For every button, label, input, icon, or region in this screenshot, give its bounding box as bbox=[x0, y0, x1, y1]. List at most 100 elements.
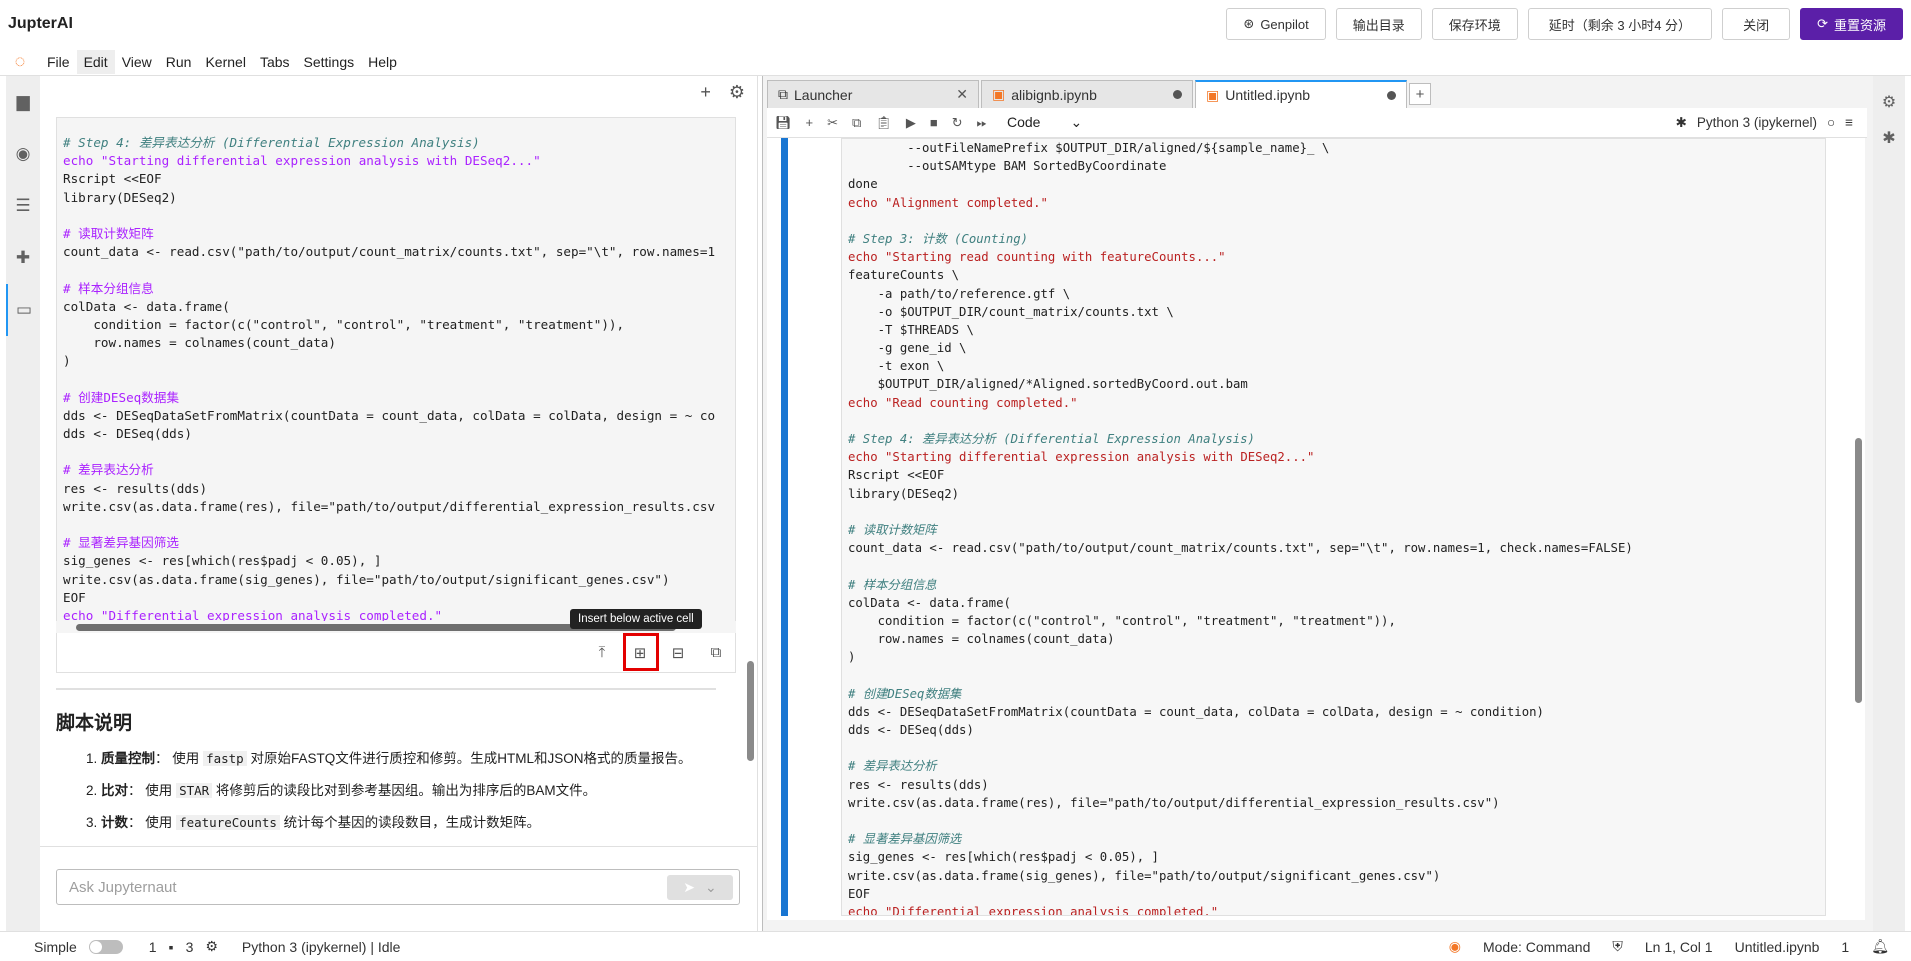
close-button[interactable]: 关闭 bbox=[1722, 8, 1791, 40]
list-item: 1. 质量控制： 使用 fastp 对原始FASTQ文件进行质控和修剪。生成HT… bbox=[86, 751, 692, 766]
save-icon[interactable]: 💾︎ bbox=[775, 115, 792, 131]
extend-time-button[interactable]: 延时（剩余 3 小时4 分） bbox=[1527, 8, 1713, 40]
menu-tabs[interactable]: Tabs bbox=[253, 50, 297, 74]
left-sidebar: ▆ ◉ ☰ ✚ ▭ bbox=[6, 76, 40, 931]
chat-input[interactable]: Ask Jupyternaut ➤ ⌄ bbox=[56, 869, 740, 905]
chat-vertical-scrollbar[interactable] bbox=[745, 116, 755, 836]
bell-icon[interactable]: 🔔︎ bbox=[1871, 938, 1889, 955]
fast-forward-icon[interactable]: ⏩︎ bbox=[977, 115, 987, 131]
jupyter-ai-icon[interactable]: ◉ bbox=[1449, 938, 1461, 955]
item-code: featureCounts bbox=[176, 815, 280, 830]
tab-launcher[interactable]: ⧉ Launcher ✕ bbox=[767, 80, 979, 108]
markdown-heading: 脚本说明 bbox=[56, 713, 133, 734]
cell-type-select[interactable]: Code ⌄ bbox=[1001, 114, 1082, 131]
export-icon[interactable]: ⤒ bbox=[591, 642, 613, 664]
menu-run[interactable]: Run bbox=[159, 50, 199, 74]
kernel-name[interactable]: Python 3 (ipykernel) bbox=[1697, 115, 1817, 130]
menu-kernel[interactable]: Kernel bbox=[198, 50, 252, 74]
code-line: echo "Starting read counting with featur… bbox=[848, 250, 1226, 265]
folder-icon[interactable]: ▆ bbox=[6, 76, 40, 128]
gear-icon[interactable]: ⚙ bbox=[729, 82, 745, 103]
kernels-count[interactable]: 3 bbox=[186, 939, 194, 955]
code-line: # 创建DESeq数据集 bbox=[63, 389, 180, 405]
scrollbar-thumb[interactable] bbox=[1855, 438, 1862, 703]
terminals-count[interactable]: 1 bbox=[149, 939, 157, 955]
menu-view[interactable]: View bbox=[115, 50, 159, 74]
restart-icon[interactable]: ↻ bbox=[952, 115, 963, 131]
menu-settings[interactable]: Settings bbox=[297, 50, 362, 74]
code-line: # Step 4: 差异表达分析 (Differential Expressio… bbox=[63, 135, 480, 150]
code-line: ) bbox=[63, 353, 71, 369]
add-cell-icon[interactable]: + bbox=[806, 115, 814, 130]
code-line: EOF bbox=[848, 886, 871, 901]
code-line: write.csv(as.data.frame(res), file="path… bbox=[848, 795, 1500, 810]
cursor-position[interactable]: Ln 1, Col 1 bbox=[1645, 939, 1713, 955]
code-line: write.csv(as.data.frame(res), file="path… bbox=[63, 498, 716, 514]
debug-icon[interactable]: ✱ bbox=[1676, 115, 1687, 131]
kernel-status[interactable]: Python 3 (ipykernel) | Idle bbox=[242, 939, 401, 955]
tab-label: Untitled.ipynb bbox=[1225, 87, 1311, 103]
running-icon[interactable]: ◉ bbox=[6, 128, 40, 180]
run-icon[interactable]: ▶ bbox=[906, 115, 916, 131]
notebook-cell[interactable]: --outFileNamePrefix $OUTPUT_DIR/aligned/… bbox=[781, 138, 1839, 916]
menu-file[interactable]: File bbox=[40, 50, 77, 74]
scrollbar-thumb[interactable] bbox=[747, 661, 754, 761]
status-right: ◉ Mode: Command ⛨ Ln 1, Col 1 Untitled.i… bbox=[1449, 938, 1889, 955]
extension-icon[interactable]: ✚ bbox=[6, 232, 40, 284]
genpilot-label: Genpilot bbox=[1260, 16, 1309, 32]
menu-icon[interactable]: ≡ bbox=[1845, 115, 1853, 130]
debugger-icon[interactable]: ✱ bbox=[1873, 128, 1905, 148]
notebook-area: ⧉ Launcher ✕ ▣ alibignb.ipynb ▣ Untitled… bbox=[762, 76, 1873, 931]
new-tab-button[interactable]: + bbox=[1409, 83, 1431, 105]
file-name: Untitled.ipynb bbox=[1734, 938, 1820, 955]
toc-icon[interactable]: ☰ bbox=[6, 180, 40, 232]
code-line: $OUTPUT_DIR/aligned/*Aligned.sortedByCoo… bbox=[848, 377, 1248, 392]
stop-icon[interactable]: ■ bbox=[930, 115, 938, 130]
item-title: 比对 bbox=[101, 783, 129, 798]
menu-help[interactable]: Help bbox=[361, 50, 404, 74]
replace-cell-icon[interactable]: ⊟ bbox=[667, 642, 689, 664]
tab-untitled[interactable]: ▣ Untitled.ipynb bbox=[1195, 80, 1407, 108]
genpilot-button[interactable]: ⊛ Genpilot bbox=[1226, 8, 1326, 40]
divider bbox=[56, 688, 716, 690]
code-line: echo "Starting differential expression a… bbox=[63, 153, 541, 169]
copy-icon[interactable]: ⧉ bbox=[852, 115, 861, 131]
property-inspector-icon[interactable]: ⚙ bbox=[1873, 76, 1905, 128]
save-env-button[interactable]: 保存环境 bbox=[1431, 8, 1518, 40]
cell-code-editor[interactable]: --outFileNamePrefix $OUTPUT_DIR/aligned/… bbox=[841, 138, 1826, 916]
code-line: --outSAMtype BAM SortedByCoordinate bbox=[848, 159, 1167, 174]
app-title: JupterAI bbox=[8, 15, 73, 32]
notebook-scrollbar[interactable] bbox=[1851, 138, 1865, 920]
copy-icon[interactable]: ⧉ bbox=[705, 642, 727, 664]
chat-code-block[interactable]: # Step 4: 差异表达分析 (Differential Expressio… bbox=[56, 117, 736, 627]
chat-icon[interactable]: ▭ bbox=[6, 284, 40, 336]
output-dir-button[interactable]: 输出目录 bbox=[1335, 8, 1422, 40]
unsaved-dot-icon[interactable] bbox=[1173, 90, 1182, 99]
code-line: -a path/to/reference.gtf \ bbox=[848, 286, 1071, 301]
close-icon[interactable]: ✕ bbox=[956, 86, 968, 103]
simple-mode-toggle[interactable] bbox=[88, 939, 123, 954]
send-button[interactable]: ➤ ⌄ bbox=[667, 875, 733, 900]
menu-edit[interactable]: Edit bbox=[76, 49, 115, 74]
code-line: res <- results(dds) bbox=[848, 777, 989, 792]
reset-resources-button[interactable]: ⟳ 重置资源 bbox=[1800, 8, 1903, 40]
add-icon[interactable]: + bbox=[700, 82, 711, 103]
mode-indicator: Mode: Command bbox=[1482, 938, 1591, 955]
code-line: count_data <- read.csv("path/to/output/c… bbox=[848, 541, 1633, 556]
paste-icon[interactable]: 📋︎ bbox=[875, 115, 892, 131]
code-line: # 差异表达分析 bbox=[848, 759, 937, 774]
reset-label: 重置资源 bbox=[1833, 17, 1886, 33]
unsaved-dot-icon[interactable] bbox=[1387, 90, 1396, 100]
code-line: --outFileNamePrefix $OUTPUT_DIR/aligned/… bbox=[848, 141, 1330, 155]
item-title: 计数 bbox=[101, 815, 129, 830]
notebook-toolbar: 💾︎ + ✂ ⧉ 📋︎ ▶ ■ ↻ ⏩︎ Code ⌄ ✱ Python 3 (… bbox=[767, 108, 1867, 138]
code-line: library(DESeq2) bbox=[63, 189, 177, 205]
chevron-down-icon[interactable]: ⌄ bbox=[705, 879, 717, 896]
cut-icon[interactable]: ✂ bbox=[827, 115, 838, 131]
item-text: 使用 bbox=[172, 751, 204, 766]
tab-alibignb[interactable]: ▣ alibignb.ipynb bbox=[981, 80, 1193, 108]
notification-count[interactable]: 1 bbox=[1841, 939, 1849, 955]
